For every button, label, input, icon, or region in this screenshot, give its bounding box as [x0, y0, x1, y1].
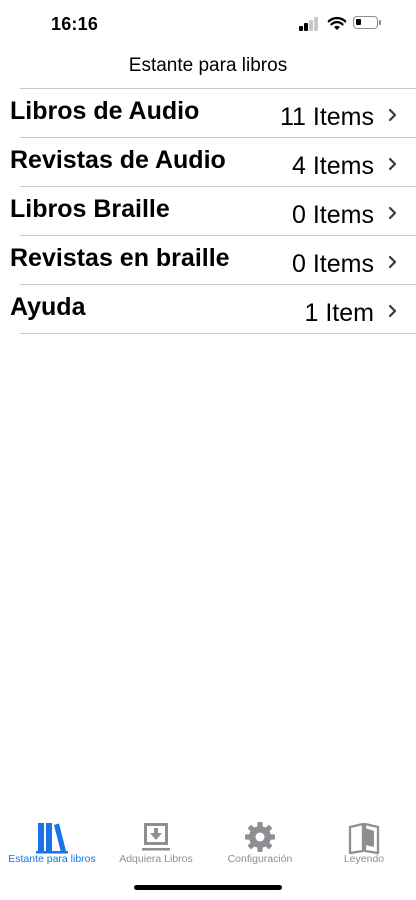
cellular-signal-icon — [299, 17, 321, 31]
list-item-count: 0 Items — [292, 201, 374, 229]
list-item-title: Ayuda — [10, 293, 86, 321]
battery-tip — [379, 20, 381, 25]
wifi-icon — [327, 16, 347, 30]
tab-label: Leyendo — [343, 853, 385, 865]
status-bar: 16:16 — [0, 0, 416, 48]
list-item-title: Revistas en braille — [10, 244, 230, 272]
chevron-right-icon — [388, 304, 397, 318]
list-item-count: 4 Items — [292, 152, 374, 180]
chevron-right-icon — [388, 108, 397, 122]
tab-settings[interactable]: Configuración — [208, 812, 312, 868]
tab-get-books[interactable]: Adquiera Libros — [104, 812, 208, 868]
tab-bar: Estante para libros Adquiera Libros Conf… — [0, 812, 416, 872]
open-book-icon — [348, 822, 380, 854]
chevron-right-icon — [388, 255, 397, 269]
list-item-title: Libros Braille — [10, 195, 170, 223]
list-item-braille-books[interactable]: Libros Braille 0 Items — [10, 187, 416, 236]
list-item-title: Revistas de Audio — [10, 146, 226, 174]
tab-bookshelf[interactable]: Estante para libros — [0, 812, 104, 868]
list-item-help[interactable]: Ayuda 1 Item — [10, 285, 416, 334]
list-item-audio-magazines[interactable]: Revistas de Audio 4 Items — [10, 138, 416, 187]
download-tray-icon — [142, 823, 170, 851]
battery-icon — [353, 16, 378, 29]
chevron-right-icon — [388, 157, 397, 171]
list-item-count: 0 Items — [292, 250, 374, 278]
books-icon — [36, 823, 68, 854]
list-item-count: 1 Item — [304, 299, 374, 327]
list-item-audio-books[interactable]: Libros de Audio 11 Items — [10, 89, 416, 138]
tab-reading[interactable]: Leyendo — [312, 812, 416, 868]
list-item-braille-magazines[interactable]: Revistas en braille 0 Items — [10, 236, 416, 285]
list-item-count: 11 Items — [279, 103, 374, 131]
list-item-title: Libros de Audio — [10, 97, 200, 125]
page-title: Estante para libros — [128, 55, 288, 76]
tab-label: Adquiera Libros — [119, 853, 193, 865]
bookshelf-list: Libros de Audio 11 Items Revistas de Aud… — [10, 88, 416, 334]
tab-label: Configuración — [227, 853, 293, 865]
status-time: 16:16 — [51, 14, 99, 34]
chevron-right-icon — [388, 206, 397, 220]
gear-icon — [245, 822, 275, 852]
tab-label: Estante para libros — [8, 853, 96, 865]
home-indicator[interactable] — [134, 885, 282, 890]
